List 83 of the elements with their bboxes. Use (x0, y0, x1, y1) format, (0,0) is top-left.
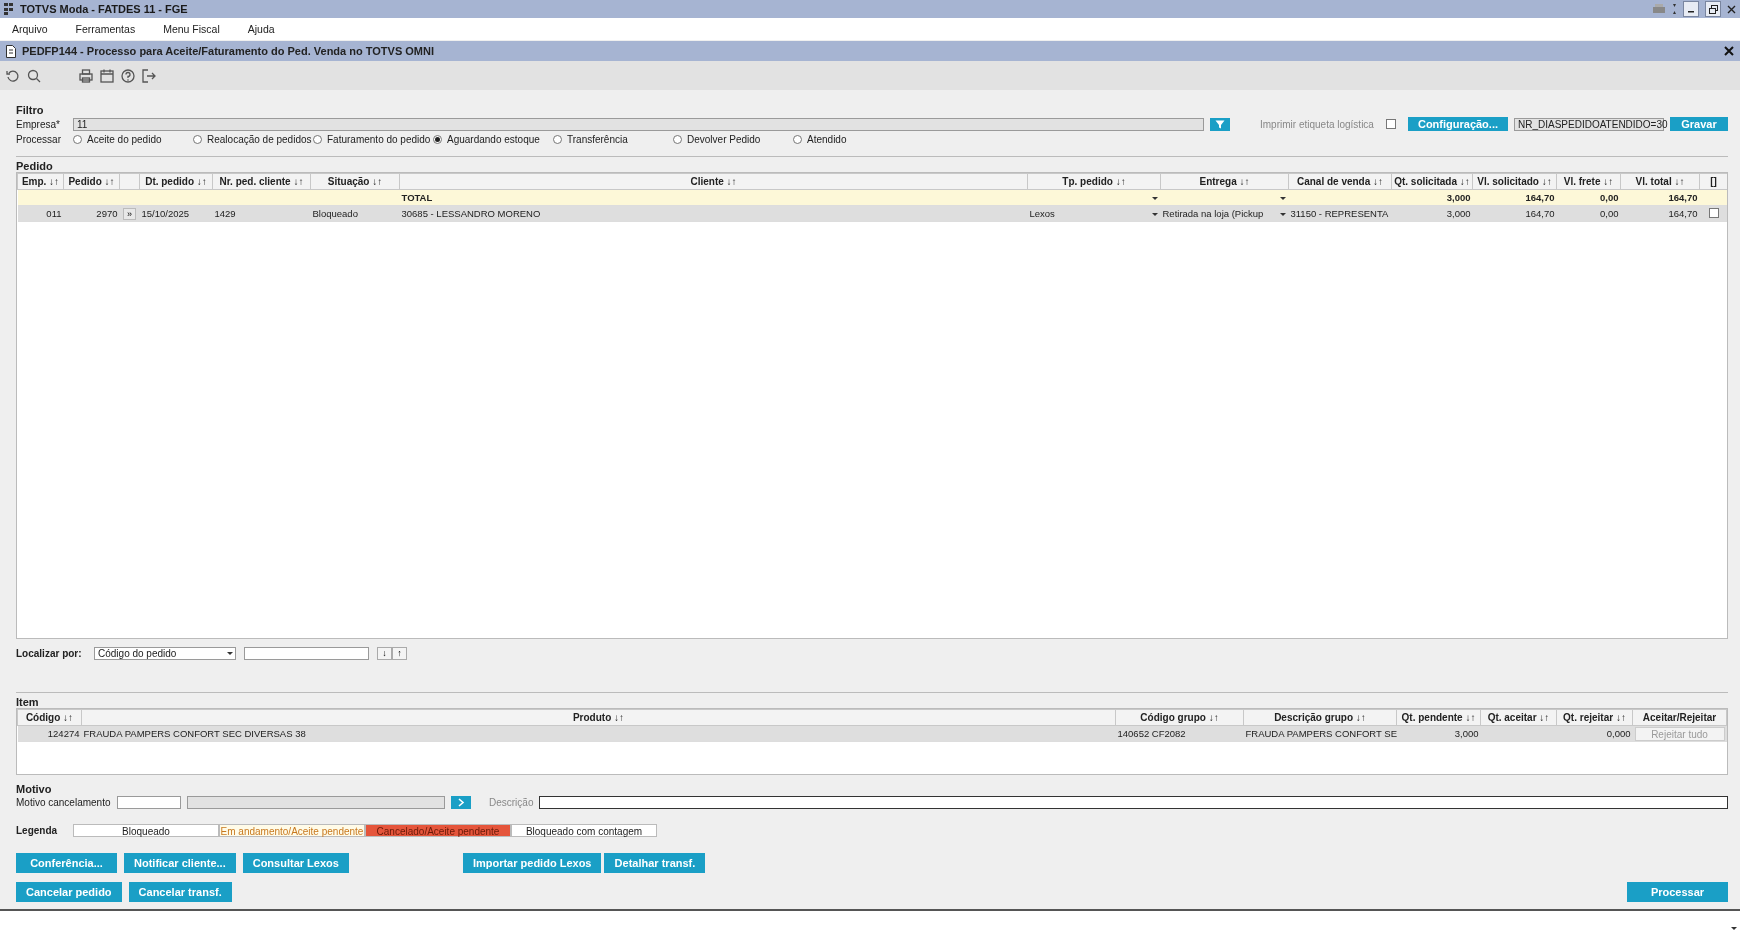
input-field[interactable] (187, 796, 445, 809)
column-header[interactable]: Vl. frete ↓↑ (1556, 173, 1621, 190)
sort-up-button[interactable]: ↑ (392, 646, 407, 660)
column-header[interactable]: Vl. solicitado ↓↑ (1472, 173, 1557, 190)
form-title: PEDFP144 - Processo para Aceite/Faturamento do Ped. Venda no TOTVS OMNI (22, 45, 434, 57)
checkbox[interactable] (1385, 119, 1396, 129)
field-label: Imprimir etiqueta logística (1260, 118, 1374, 130)
calendar-icon[interactable] (100, 68, 114, 83)
document-icon (6, 44, 16, 58)
search-field[interactable] (244, 646, 369, 660)
section-title: Filtro (16, 104, 45, 116)
refresh-icon[interactable] (6, 68, 20, 83)
more-icon[interactable] (1672, 3, 1677, 15)
input-field[interactable]: 11 (73, 117, 1204, 131)
radio-option[interactable]: Aguardando estoque (433, 133, 553, 145)
column-header[interactable]: Tp. pedido ↓↑ (1027, 173, 1161, 190)
restore-icon (1708, 4, 1718, 14)
column-header[interactable]: Descrição grupo ↓↑ (1243, 709, 1397, 726)
exit-icon[interactable] (142, 68, 156, 83)
column-header[interactable]: Cliente ↓↑ (399, 173, 1028, 190)
column-header[interactable]: Vl. total ↓↑ (1620, 173, 1700, 190)
column-header[interactable]: Qt. pendente ↓↑ (1396, 709, 1481, 726)
menu-item[interactable]: Ajuda (247, 23, 289, 35)
window-title: TOTVS Moda - FATDES 11 - FGE (20, 3, 188, 15)
legend-item: Cancelado/Aceite pendente (365, 824, 511, 837)
field-label: Processar (16, 133, 62, 145)
table-row[interactable]: 011 2970 » 15/10/2025 1429 Bloqueado 30685 - LESSANDRO MORENO Lexos Retirada na loja (Pickup 31150 - REPRESENTA 3,000 164,70 0,00 164,70 (17, 205, 1727, 222)
app-icon (4, 3, 14, 15)
radio-option[interactable]: Realocação de pedidos (193, 133, 313, 145)
field-label: Descrição (489, 797, 534, 808)
column-header[interactable]: Entrega ↓↑ (1160, 173, 1289, 190)
column-header[interactable]: [] (1699, 173, 1727, 190)
column-header[interactable]: Nr. ped. cliente ↓↑ (212, 173, 311, 190)
dropdown[interactable]: Código do pedido (94, 646, 236, 660)
printer-icon[interactable] (79, 68, 93, 83)
column-header[interactable]: Qt. solicitada ↓↑ (1391, 173, 1473, 190)
section-title: Item (16, 696, 40, 708)
column-header[interactable]: Situação ↓↑ (310, 173, 400, 190)
legend-item: Bloqueado (73, 824, 219, 837)
column-header[interactable]: Código ↓↑ (17, 709, 82, 726)
column-header[interactable]: Emp. ↓↑ (17, 173, 64, 190)
checkbox[interactable] (1708, 207, 1719, 218)
search-icon[interactable] (27, 68, 41, 83)
field-label: Localizar por: (16, 647, 83, 659)
menu-item[interactable]: Menu Fiscal (163, 23, 234, 35)
sort-down-button[interactable]: ↓ (377, 646, 392, 660)
field-label: Motivo cancelamento (16, 797, 111, 808)
input-field[interactable] (117, 796, 181, 809)
legend-item: Em andamento/Aceite pendente (219, 824, 365, 837)
field-label: Legenda (16, 825, 59, 836)
restore-button[interactable] (1705, 1, 1721, 17)
menu-item[interactable]: Ferramentas (75, 23, 150, 35)
chevron-right-icon (457, 798, 465, 807)
radio-option[interactable]: Faturamento do pedido (313, 133, 433, 145)
radio-option[interactable]: Atendido (793, 133, 913, 145)
expand-button[interactable]: » (123, 207, 136, 220)
filter-button[interactable] (1210, 117, 1230, 131)
close-icon[interactable] (1724, 46, 1734, 56)
minimize-button[interactable] (1683, 1, 1699, 17)
column-header[interactable]: Canal de venda ↓↑ (1288, 173, 1392, 190)
column-header[interactable]: Pedido ↓↑ (63, 173, 120, 190)
caret-icon[interactable] (226, 649, 234, 657)
go-button[interactable] (451, 796, 471, 809)
legend-item: Bloqueado com contagem (511, 824, 657, 837)
radio-option[interactable]: Transferência (553, 133, 673, 145)
radio-option[interactable]: Aceite do pedido (73, 133, 193, 145)
caret-icon[interactable] (1730, 924, 1738, 932)
filter-icon (1215, 119, 1225, 129)
close-icon[interactable] (1727, 4, 1736, 14)
field-label: Empresa* (16, 118, 61, 130)
column-header[interactable]: Qt. aceitar ↓↑ (1480, 709, 1557, 726)
radio-option[interactable]: Devolver Pedido (673, 133, 793, 145)
column-header[interactable]: Dt. pedido ↓↑ (139, 173, 213, 190)
column-header[interactable]: Código grupo ↓↑ (1115, 709, 1244, 726)
dropdown-value[interactable]: Lexos (1029, 208, 1055, 219)
help-icon[interactable] (121, 68, 135, 83)
column-header[interactable]: Produto ↓↑ (81, 709, 1116, 726)
section-title: Pedido (16, 160, 54, 172)
column-header[interactable]: Aceitar/Rejeitar (1632, 709, 1727, 726)
menu-item[interactable]: Arquivo (12, 23, 62, 35)
section-title: Motivo (16, 783, 53, 795)
column-header[interactable]: Qt. rejeitar ↓↑ (1556, 709, 1633, 726)
input-field[interactable] (539, 796, 1728, 809)
